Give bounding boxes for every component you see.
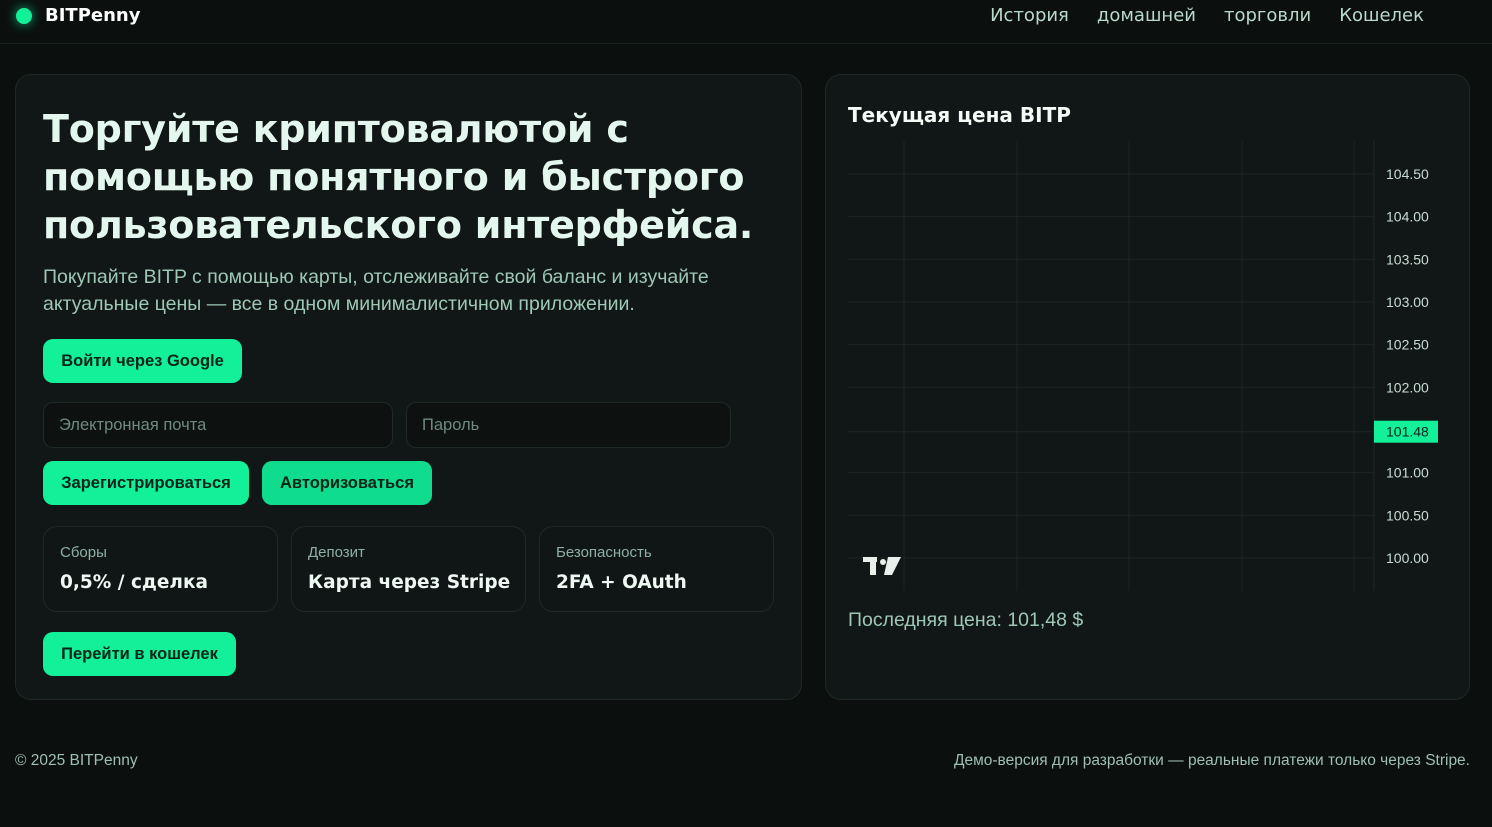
register-button[interactable]: Зарегистрироваться [43,461,249,505]
chart-y-tick-label: 102.00 [1386,379,1429,395]
footer-note: Демо-версия для разработки — реальные пл… [953,752,1470,769]
stat-card-deposit: Депозит Карта через Stripe [291,526,526,612]
chart-y-tick-label: 100.00 [1386,550,1429,566]
stat-value: 2FA + OAuth [556,572,687,593]
top-navbar: BITPenny История домашней торговли Кошел… [0,0,1492,44]
footer-copyright: © 2025 BITPenny [15,752,138,769]
hero-title: Торгуйте криптовалютой с помощью понятно… [43,107,754,247]
chart-y-tick-label: 101.00 [1386,465,1429,481]
brand-name: BITPenny [45,5,141,26]
chart-y-tick-label: 103.00 [1386,294,1429,310]
chart-y-tick-label: 103.50 [1386,251,1429,267]
chart-current-price-label: 101.48 [1386,424,1429,440]
hero-card: Торгуйте криптовалютой с помощью понятно… [15,74,802,700]
stat-label: Депозит [308,544,365,561]
nav-link-trade[interactable]: торговли [1224,5,1311,26]
stat-card-security: Безопасность 2FA + OAuth [539,526,774,612]
price-chart-card: Текущая цена BITP 104.50 104.00 103.50 103.… [825,74,1470,700]
stat-value: Карта через Stripe [308,572,511,593]
brand[interactable]: BITPenny [16,5,140,26]
stat-label: Сборы [60,544,107,561]
chart-y-tick-label: 104.50 [1386,166,1429,182]
stat-label: Безопасность [556,544,652,561]
stat-card-fees: Сборы 0,5% / сделка [43,526,278,612]
nav-link-history[interactable]: История [990,5,1069,26]
go-to-wallet-button[interactable]: Перейти в кошелек [43,632,236,676]
price-chart[interactable]: 104.50 104.00 103.50 103.00 102.50 102.00 101.… [826,75,1471,701]
chart-y-tick-label: 100.50 [1386,507,1429,523]
google-login-button[interactable]: Войти через Google [43,339,242,383]
tradingview-logo-icon[interactable] [863,557,901,575]
last-price: Последняя цена: 101,48 $ [848,609,1084,631]
login-button[interactable]: Авторизоваться [262,461,432,505]
chart-y-tick-label: 102.50 [1386,337,1429,353]
password-field[interactable] [406,402,731,448]
main-nav: История домашней торговли Кошелек [990,5,1424,26]
nav-link-home[interactable]: домашней [1097,5,1196,26]
nav-link-wallet[interactable]: Кошелек [1339,5,1424,26]
email-field[interactable] [43,402,393,448]
brand-logo-dot-icon [16,7,32,24]
chart-y-tick-label: 104.00 [1386,209,1429,225]
stat-value: 0,5% / сделка [60,572,208,593]
hero-subtitle: Покупайте BITP с помощью карты, отслежив… [43,266,709,315]
